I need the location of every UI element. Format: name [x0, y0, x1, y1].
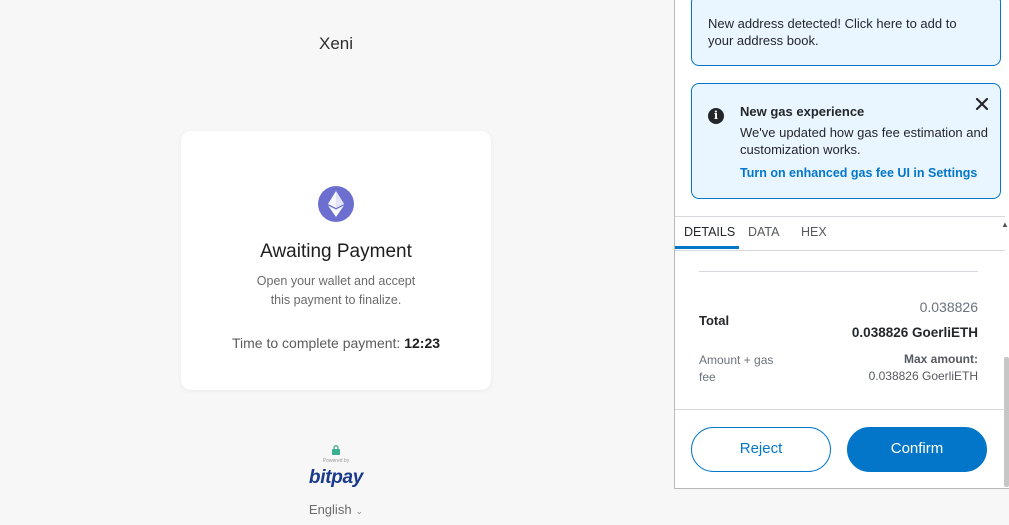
- language-selector[interactable]: English ⌄: [0, 502, 672, 517]
- timer-label: Time to complete payment:: [231, 335, 401, 351]
- amount-plus-gas-label: Amount + gas fee: [699, 353, 774, 384]
- bitpay-logo: bitpay: [308, 467, 364, 488]
- close-icon[interactable]: [974, 96, 990, 112]
- transaction-tabs: DETAILS DATA HEX: [675, 216, 1005, 251]
- payment-timer: Time to complete payment: 12:23: [181, 335, 491, 351]
- tab-details[interactable]: DETAILS: [684, 225, 735, 239]
- subtitle-line-2: this payment to finalize.: [270, 293, 402, 307]
- awaiting-payment-title: Awaiting Payment: [260, 241, 412, 262]
- gas-banner-body: We've updated how gas fee estimation and…: [740, 125, 988, 157]
- subtitle-line-1: Open your wallet and accept: [256, 274, 416, 288]
- total-secondary-value: 0.038826: [919, 299, 978, 315]
- timer-value: 12:23: [404, 335, 441, 351]
- awaiting-payment-subtitle: Open your wallet and accept this payment…: [181, 272, 491, 310]
- max-amount-label: Max amount:: [903, 352, 978, 366]
- lock-icon: [332, 445, 340, 455]
- language-label[interactable]: English: [309, 502, 352, 517]
- gas-experience-banner: i New gas experience We've updated how g…: [691, 83, 1001, 199]
- chevron-down-icon[interactable]: ⌄: [356, 506, 364, 517]
- powered-by-text: Powered by: [322, 458, 350, 464]
- payment-card: Awaiting Payment Open your wallet and ac…: [181, 131, 491, 390]
- total-amount: 0.038826 GoerliETH: [851, 325, 978, 340]
- info-icon: i: [708, 108, 724, 124]
- max-amount-value: 0.038826 GoerliETH: [868, 369, 978, 383]
- scroll-up-arrow-icon[interactable]: ▲: [1001, 220, 1009, 230]
- gas-banner-title: New gas experience: [740, 104, 865, 119]
- active-tab-indicator: [675, 246, 739, 249]
- section-divider: [699, 271, 978, 272]
- tab-data[interactable]: DATA: [748, 225, 779, 239]
- enhanced-gas-settings-link[interactable]: Turn on enhanced gas fee UI in Settings: [740, 166, 977, 180]
- ethereum-icon: [318, 186, 354, 222]
- tab-hex[interactable]: HEX: [801, 225, 827, 239]
- confirm-button[interactable]: Confirm: [847, 427, 987, 472]
- total-label: Total: [699, 313, 730, 328]
- merchant-name: Xeni: [318, 34, 354, 53]
- reject-button[interactable]: Reject: [691, 427, 831, 472]
- wallet-confirmation-popup: New address detected! Click here to add …: [674, 0, 1009, 489]
- new-address-banner[interactable]: New address detected! Click here to add …: [691, 0, 1001, 66]
- footer-divider: [675, 409, 1005, 410]
- scrollbar-thumb[interactable]: [1004, 357, 1009, 487]
